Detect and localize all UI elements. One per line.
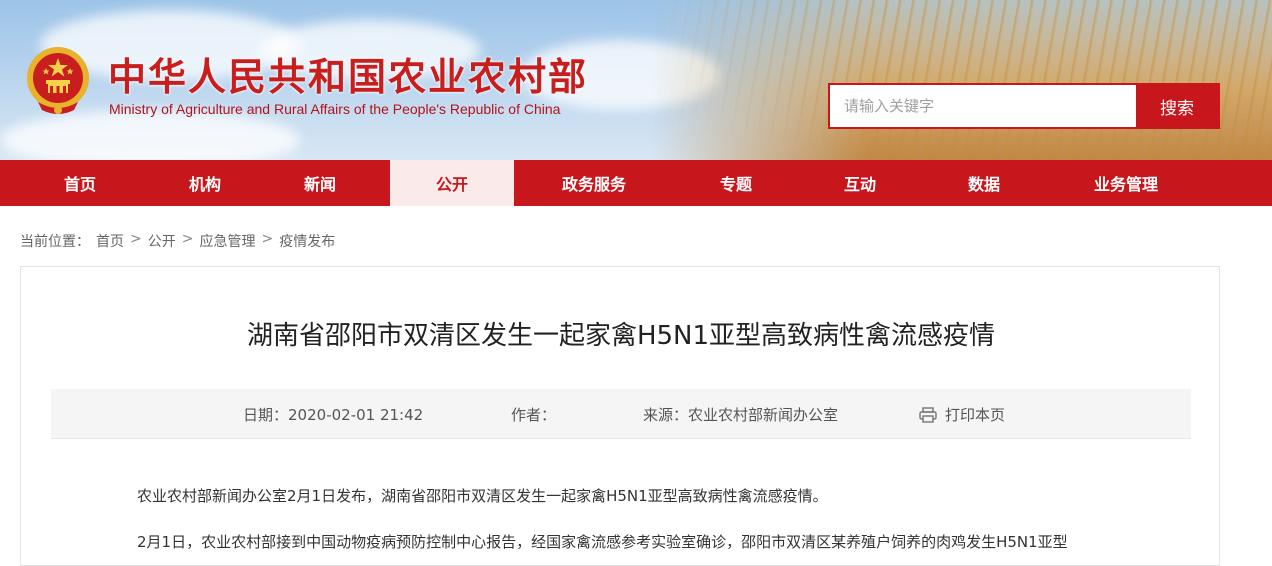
article-card: 湖南省邵阳市双清区发生一起家禽H5N1亚型高致病性禽流感疫情 日期：2020-0… [20,266,1220,566]
meta-date-value: 2020-02-01 21:42 [288,406,424,424]
article-title: 湖南省邵阳市双清区发生一起家禽H5N1亚型高致病性禽流感疫情 [246,321,996,351]
header-banner: 中华人民共和国农业农村部 Ministry of Agriculture and… [0,0,1272,160]
wheat-field-background [652,0,1272,160]
breadcrumb-link-emergency[interactable]: 应急管理 [199,231,255,251]
site-subtitle: Ministry of Agriculture and Rural Affair… [109,101,561,117]
search-input[interactable] [830,85,1136,127]
meta-source-value: 农业农村部新闻办公室 [688,406,839,424]
breadcrumb-link-public[interactable]: 公开 [148,231,176,251]
breadcrumb: 当前位置： 首页 > 公开 > 应急管理 > 疫情发布 [20,231,335,251]
nav-item-topics[interactable]: 专题 [674,160,798,206]
breadcrumb-link-epidemic[interactable]: 疫情发布 [279,231,335,251]
nav-item-institutions[interactable]: 机构 [160,160,250,206]
breadcrumb-separator: > [130,231,142,247]
meta-source: 来源：农业农村部新闻办公室 [643,404,838,425]
breadcrumb-separator: > [181,231,194,247]
article-meta-bar: 日期：2020-02-01 21:42 作者： 来源：农业农村部新闻办公室 打印… [51,389,1191,439]
printer-icon [919,406,937,423]
national-emblem-icon [27,47,89,114]
site-title: 中华人民共和国农业农村部 [108,54,589,99]
meta-date: 日期：2020-02-01 21:42 [243,404,423,425]
search-box: 搜索 [828,83,1220,129]
nav-item-public[interactable]: 公开 [390,160,514,206]
search-button[interactable]: 搜索 [1136,85,1218,127]
nav-item-data[interactable]: 数据 [922,160,1046,206]
breadcrumb-separator: > [261,231,274,247]
cloud-decoration [0,110,300,160]
breadcrumb-prefix: 当前位置： [20,234,90,250]
nav-item-business-mgmt[interactable]: 业务管理 [1046,160,1206,206]
meta-date-label: 日期： [243,406,289,424]
nav-item-interaction[interactable]: 互动 [798,160,922,206]
nav-item-gov-services[interactable]: 政务服务 [514,160,674,206]
nav-item-news[interactable]: 新闻 [250,160,390,206]
meta-source-label: 来源： [643,406,689,424]
breadcrumb-link-home[interactable]: 首页 [96,231,124,251]
meta-author-label: 作者： [511,406,557,424]
nav-item-home[interactable]: 首页 [0,160,160,206]
print-label: 打印本页 [945,406,1006,424]
article-paragraph: 2月1日，农业农村部接到中国动物疫病预防控制中心报告，经国家禽流感参考实验室确诊… [137,533,1068,551]
main-nav: 首页 机构 新闻 公开 政务服务 专题 互动 数据 业务管理 [0,160,1272,206]
meta-author: 作者： [511,404,556,425]
print-button[interactable]: 打印本页 [919,404,1005,425]
article-paragraph: 农业农村部新闻办公室2月1日发布，湖南省邵阳市双清区发生一起家禽H5N1亚型高致… [137,487,828,505]
